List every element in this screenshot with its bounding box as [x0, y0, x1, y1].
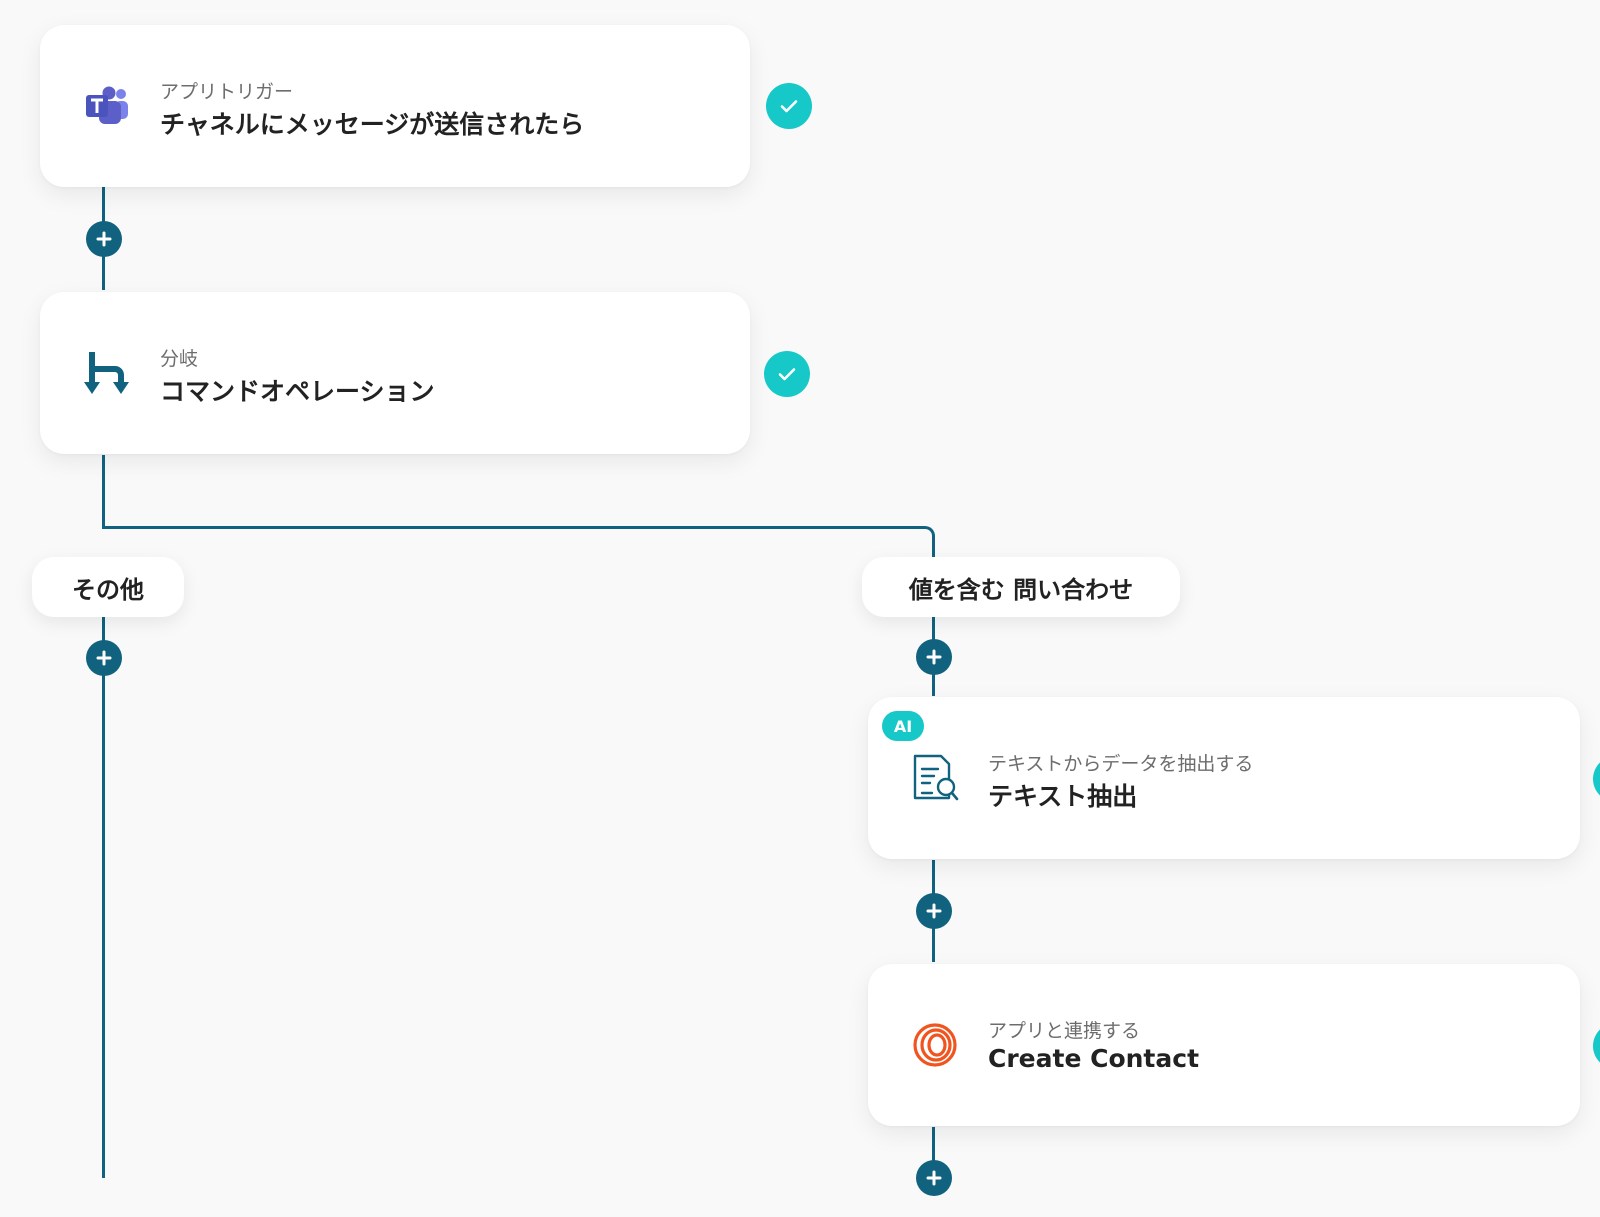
add-step-button[interactable]	[86, 640, 122, 676]
step-card-create-contact[interactable]: アプリと連携する Create Contact	[868, 964, 1580, 1126]
document-search-icon	[910, 753, 960, 803]
branch-icon	[82, 348, 132, 398]
plus-icon	[926, 649, 942, 665]
workflow-canvas: アプリトリガー チャネルにメッセージが送信されたら 分岐 コマンドオペレーション…	[0, 0, 1600, 1217]
ai-badge: AI	[882, 711, 924, 741]
connector-line	[932, 538, 935, 558]
status-complete-icon	[764, 351, 810, 397]
plus-icon	[926, 1170, 942, 1186]
plus-icon	[96, 231, 112, 247]
step-card-branch[interactable]: 分岐 コマンドオペレーション	[40, 292, 750, 454]
step-card-extract[interactable]: AI テキストからデータを抽出する テキスト抽出	[868, 697, 1580, 859]
step-subtitle: 分岐	[160, 348, 199, 370]
add-step-button[interactable]	[916, 893, 952, 929]
step-card-trigger[interactable]: アプリトリガー チャネルにメッセージが送信されたら	[40, 25, 750, 187]
step-subtitle: アプリと連携する	[988, 1020, 1141, 1042]
add-step-button[interactable]	[86, 221, 122, 257]
add-step-button[interactable]	[916, 1160, 952, 1196]
step-subtitle: アプリトリガー	[160, 81, 294, 103]
step-title: コマンドオペレーション	[160, 377, 435, 406]
loops-app-icon	[910, 1020, 960, 1070]
step-subtitle: テキストからデータを抽出する	[988, 753, 1254, 775]
step-title: Create Contact	[988, 1044, 1200, 1073]
branch-label-contains[interactable]: 値を含む 問い合わせ	[862, 557, 1180, 617]
step-title: チャネルにメッセージが送信されたら	[160, 110, 585, 139]
status-complete-icon	[766, 83, 812, 129]
connector-line	[102, 526, 921, 529]
teams-icon	[82, 81, 132, 131]
plus-icon	[96, 650, 112, 666]
add-step-button[interactable]	[916, 639, 952, 675]
status-complete-icon	[1593, 1023, 1600, 1069]
plus-icon	[926, 903, 942, 919]
connector-line	[102, 455, 105, 528]
step-title: テキスト抽出	[988, 782, 1138, 811]
connector-line	[102, 614, 105, 1178]
status-complete-icon	[1593, 756, 1600, 802]
branch-label-other[interactable]: その他	[32, 557, 184, 617]
